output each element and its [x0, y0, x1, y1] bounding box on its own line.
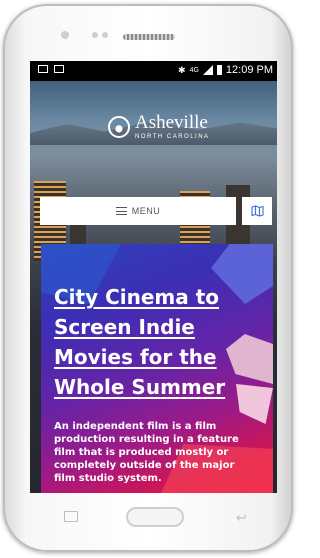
- image-icon: [54, 65, 64, 73]
- clock: 12:09 PM: [225, 64, 273, 76]
- menu-label: MENU: [131, 206, 161, 216]
- phone-navigation-bar: ↩: [30, 495, 260, 535]
- logo-name: Asheville: [135, 112, 208, 133]
- signal-icon: [202, 65, 213, 75]
- logo-subtitle: NORTH CAROLINA: [135, 134, 210, 140]
- article-title[interactable]: City Cinema to Screen Indie Movies for t…: [54, 282, 259, 402]
- sensor-icon: [92, 32, 98, 38]
- sensor-icon: [102, 32, 108, 38]
- status-bar: ✱ 4G 12:09 PM: [30, 61, 277, 81]
- phone-screen: ✱ 4G 12:09 PM Asheville NORTH CAROLINA M…: [30, 61, 277, 493]
- map-icon: [250, 205, 264, 217]
- camera-icon: [61, 31, 69, 39]
- map-button[interactable]: [242, 197, 272, 225]
- network-type: 4G: [189, 66, 199, 74]
- menu-button[interactable]: MENU: [40, 197, 236, 225]
- earpiece-speaker: [123, 34, 175, 40]
- back-icon[interactable]: ↩: [236, 510, 247, 526]
- battery-icon: [216, 65, 222, 75]
- recent-apps-icon[interactable]: [64, 511, 78, 522]
- mail-icon: [38, 65, 48, 73]
- article-description: An independent film is a film production…: [54, 421, 239, 484]
- site-logo[interactable]: Asheville NORTH CAROLINA: [108, 113, 210, 140]
- home-button[interactable]: [126, 507, 184, 527]
- hamburger-icon: [115, 207, 127, 215]
- logo-mark-icon: [108, 115, 130, 138]
- bluetooth-icon: ✱: [178, 64, 186, 75]
- hero-background: Asheville NORTH CAROLINA MENU City Cinem…: [30, 81, 277, 493]
- featured-article-card[interactable]: City Cinema to Screen Indie Movies for t…: [41, 244, 273, 493]
